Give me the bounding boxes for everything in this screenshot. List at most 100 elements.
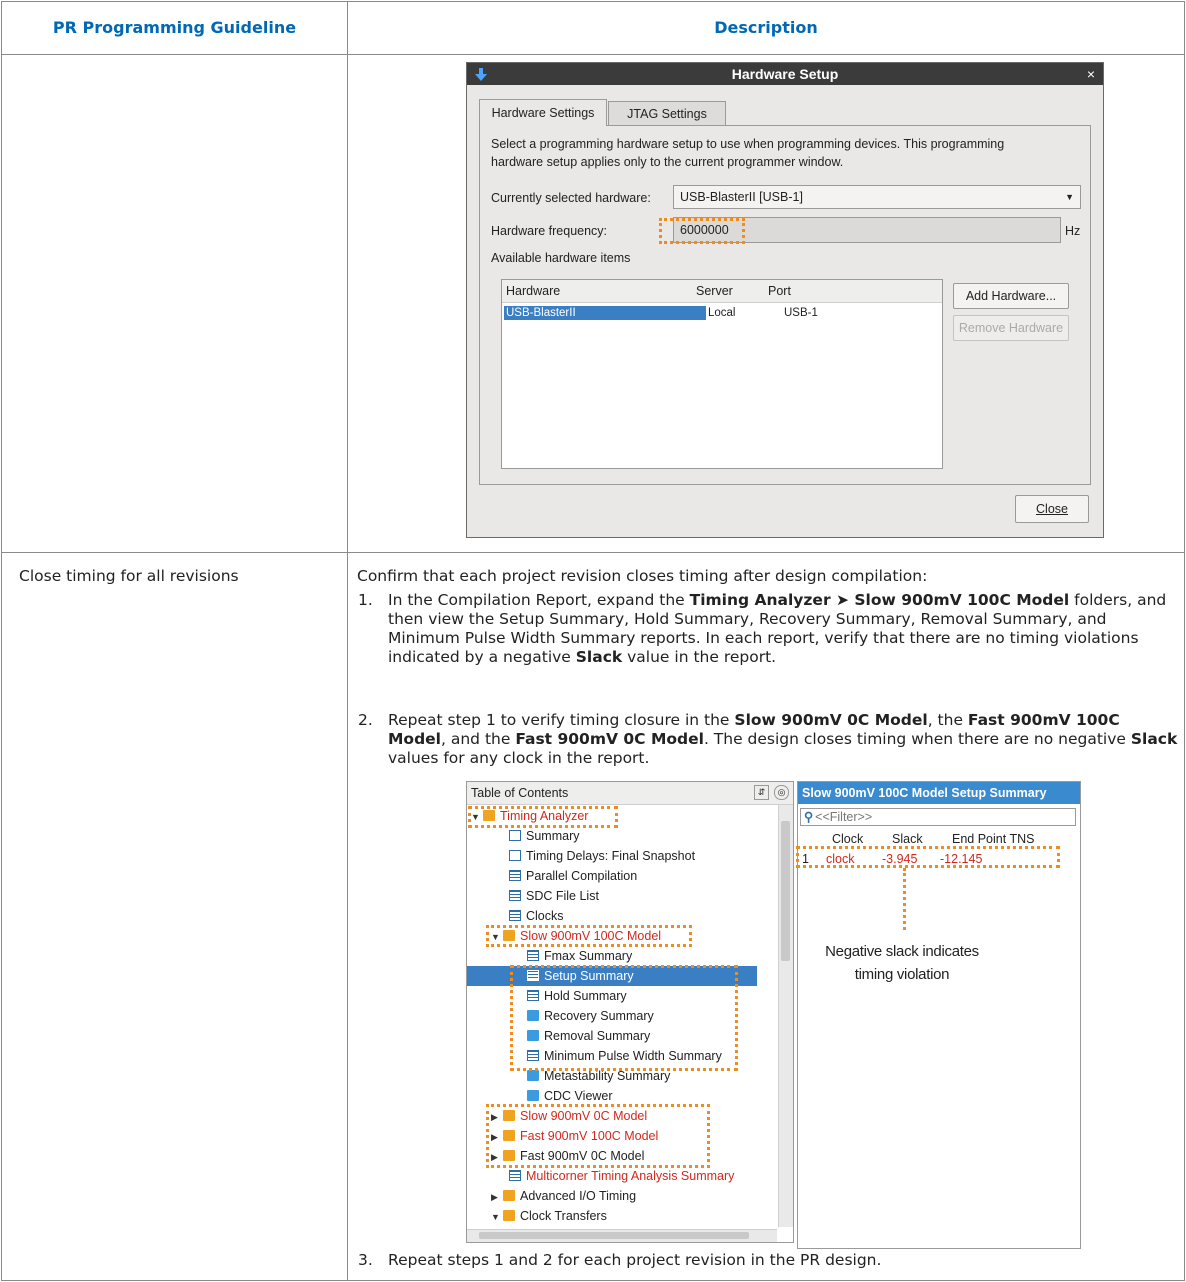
toc-label: CDC Viewer [544,1089,613,1103]
guideline-close-timing: Close timing for all revisions [19,567,239,585]
document-icon [527,1090,539,1101]
toc-item[interactable]: Timing Delays: Final Snapshot [467,846,777,866]
add-hardware-button[interactable]: Add Hardware... [953,283,1069,309]
col-header-guideline: PR Programming Guideline [52,18,297,37]
current-hardware-select[interactable]: USB-BlasterII [USB-1] ▼ [673,185,1081,209]
report-icon [509,850,521,861]
list-row-selected[interactable]: USB-BlasterII [504,306,706,320]
step-1-text: In the Compilation Report, expand the Ti… [388,591,1167,666]
toc-title: Table of Contents [471,786,569,800]
tab-label: Hardware Settings [491,106,595,120]
scrollbar-thumb[interactable] [479,1232,749,1239]
scrollbar-thumb[interactable] [781,821,790,961]
download-icon [475,66,487,81]
toc-header: Table of Contents ⇵ ◎ [467,782,793,805]
step-2-number: 2. [358,711,373,729]
table-icon [509,910,521,921]
table-icon [509,890,521,901]
callout-line: timing violation [854,966,950,983]
row-server: Local [708,307,736,319]
col-hardware[interactable]: Hardware [506,284,560,298]
hardware-list[interactable]: Hardware Server Port USB-BlasterII Local… [501,279,943,469]
select-value: USB-BlasterII [USB-1] [680,190,803,204]
toc-label: Clocks [526,909,564,923]
toc-label: Multicorner Timing Analysis Summary [526,1169,735,1183]
dialog-description: Select a programming hardware setup to u… [491,137,1005,169]
vertical-scrollbar[interactable] [778,805,793,1227]
callout-line: Negative slack indicates [825,943,979,960]
callout-connector [903,868,906,930]
highlight-other-models [486,1104,710,1168]
dialog-titlebar: Hardware Setup × [467,63,1103,85]
toc-item[interactable]: Fmax Summary [467,946,777,966]
current-hardware-label: Currently selected hardware: [491,191,651,205]
toc-item[interactable]: Summary [467,826,777,846]
toc-item[interactable]: Multicorner Timing Analysis Summary [467,1166,777,1186]
col-server[interactable]: Server [696,284,733,298]
table-icon [509,1170,521,1181]
col-clock[interactable]: Clock [832,832,863,846]
toc-label: Summary [526,829,580,843]
folder-icon [503,1210,515,1221]
highlight-slack-row [796,846,1060,868]
button-label: Remove Hardware [958,321,1064,335]
step-3-text: Repeat steps 1 and 2 for each project re… [388,1251,882,1269]
highlight-timing-analyzer [468,806,618,828]
table-icon [509,870,521,881]
close-icon[interactable]: × [1087,63,1095,85]
toc-item[interactable]: CDC Viewer [467,1086,777,1106]
filter-input[interactable]: ⚲ <<Filter>> [800,808,1076,826]
button-label: Add Hardware... [965,289,1057,303]
row-hardware: USB-BlasterII [506,307,576,319]
close-button[interactable]: Close [1015,495,1089,523]
folder-icon [503,1190,515,1201]
column-divider [347,2,348,1280]
col-tns[interactable]: End Point TNS [952,832,1034,846]
toc-label: Advanced I/O Timing [520,1189,637,1203]
step-1-number: 1. [358,591,373,609]
toc-label: Metastability Summary [544,1069,671,1083]
frequency-label: Hardware frequency: [491,224,608,238]
toc-item[interactable]: SDC File List [467,886,777,906]
highlight-slow-100c [486,925,692,947]
filter-placeholder: <<Filter>> [815,810,873,824]
frequency-unit: Hz [1065,224,1081,238]
toc-label: Fmax Summary [544,949,633,963]
callout-text: Negative slack indicates timing violatio… [798,940,1006,986]
report-icon [509,830,521,841]
row-divider [2,54,1184,55]
frequency-highlight [659,218,745,244]
button-label: Close [1036,502,1068,516]
chevron-right-icon: ▶ [491,1192,498,1202]
table-icon [527,950,539,961]
highlight-summaries [510,965,738,1071]
horizontal-scrollbar[interactable] [467,1229,777,1242]
chevron-down-icon: ▼ [491,1212,500,1222]
row-port: USB-1 [784,307,818,319]
col-header-description: Description [714,18,818,37]
pin-icon[interactable]: ⇵ [754,785,769,800]
steps-intro: Confirm that each project revision close… [357,567,928,585]
hardware-setup-dialog: Hardware Setup × Hardware Settings JTAG … [466,62,1104,538]
toc-item[interactable]: Clocks [467,906,777,926]
summary-header: Slow 900mV 100C Model Setup Summary [798,782,1080,804]
col-port[interactable]: Port [768,284,791,298]
step-2-text: Repeat step 1 to verify timing closure i… [388,711,1178,767]
tab-jtag-settings[interactable]: JTAG Settings [608,101,726,126]
available-label: Available hardware items [491,251,631,265]
toc-item[interactable]: ▼ Clock Transfers [467,1206,777,1226]
toc-label: Parallel Compilation [526,869,638,883]
col-slack[interactable]: Slack [892,832,923,846]
toc-item[interactable]: Parallel Compilation [467,866,777,886]
toc-label: Timing Delays: Final Snapshot [526,849,696,863]
document-icon [527,1070,539,1081]
toc-label: SDC File List [526,889,599,903]
tab-hardware-settings[interactable]: Hardware Settings [479,99,607,126]
detach-icon[interactable]: ◎ [774,785,789,800]
step-3-number: 3. [358,1251,373,1269]
search-icon: ⚲ [804,810,814,824]
toc-item[interactable]: ▶ Advanced I/O Timing [467,1186,777,1206]
remove-hardware-button[interactable]: Remove Hardware [953,315,1069,341]
row-divider [2,552,1184,553]
tab-label: JTAG Settings [627,107,707,121]
